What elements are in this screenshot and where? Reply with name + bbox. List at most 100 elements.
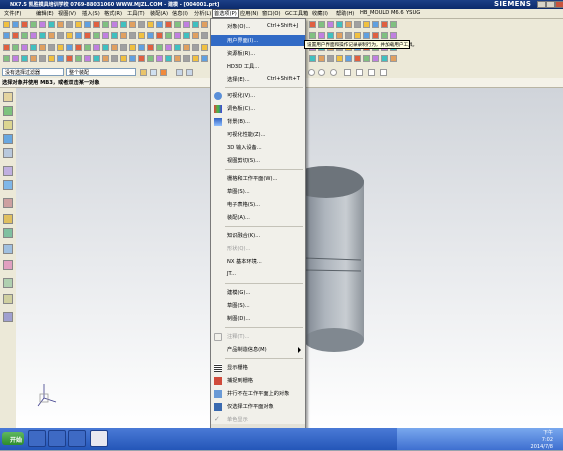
resource-icon[interactable]	[3, 260, 13, 270]
toolbar-tool-icon[interactable]	[363, 21, 370, 28]
toolbar-tool-icon[interactable]	[165, 44, 172, 51]
toolbar-tool-icon[interactable]	[129, 32, 136, 39]
toolbar-tool-icon[interactable]	[309, 32, 316, 39]
taskbar-nx-app[interactable]	[90, 430, 108, 447]
snap-plus-icon[interactable]	[368, 69, 375, 76]
toolbar-tool-icon[interactable]	[48, 44, 55, 51]
toolbar-tool-icon[interactable]	[120, 55, 127, 62]
type-filter-dropdown[interactable]: 没有选择过滤器	[2, 68, 64, 76]
toolbar-tool-icon[interactable]	[318, 55, 325, 62]
menu-item-knowledge-fusion[interactable]: 知识融合(K)...	[211, 230, 305, 241]
toolbar-tool-icon[interactable]	[57, 21, 64, 28]
toolbar-tool-icon[interactable]	[66, 21, 73, 28]
start-button[interactable]: 开始	[2, 432, 24, 445]
maximize-button[interactable]	[546, 1, 555, 8]
menu-information[interactable]: 信息(I)	[172, 10, 188, 17]
toolbar-tool-icon[interactable]	[39, 55, 46, 62]
toolbar-tool-icon[interactable]	[138, 44, 145, 51]
toolbar-tool-icon[interactable]	[345, 55, 352, 62]
manufacturing-icon[interactable]	[3, 294, 13, 304]
menu-window[interactable]: 窗口(O)	[262, 10, 281, 17]
toolbar-tool-icon[interactable]	[102, 44, 109, 51]
deselect-icon[interactable]	[186, 69, 193, 76]
toolbar-tool-icon[interactable]	[129, 55, 136, 62]
menu-item-3d-input-devices[interactable]: 3D 输入设备...	[211, 142, 305, 153]
toolbar-tool-icon[interactable]	[138, 55, 145, 62]
toolbar-tool-icon[interactable]	[174, 55, 181, 62]
toolbar-tool-icon[interactable]	[84, 55, 91, 62]
toolbar-tool-icon[interactable]	[30, 32, 37, 39]
snap-center-icon[interactable]	[318, 69, 325, 76]
menu-ysug[interactable]: YSUG	[406, 10, 420, 16]
toolbar-tool-icon[interactable]	[345, 21, 352, 28]
menu-item-object[interactable]: 对象(O)... Ctrl+Shift+J	[211, 21, 305, 32]
toolbar-tool-icon[interactable]	[318, 21, 325, 28]
toolbar-tool-icon[interactable]	[21, 55, 28, 62]
toolbar-tool-icon[interactable]	[147, 55, 154, 62]
toolbar-tool-icon[interactable]	[84, 32, 91, 39]
toolbar-tool-icon[interactable]	[21, 21, 28, 28]
menu-hb-mould[interactable]: HB_MOULD M6.6	[360, 10, 404, 16]
web-browser-icon[interactable]	[3, 148, 13, 158]
menu-item-visualization[interactable]: 可视化(V)...	[211, 90, 305, 101]
toolbar-tool-icon[interactable]	[57, 55, 64, 62]
toolbar-tool-icon[interactable]	[75, 44, 82, 51]
toolbar-tool-icon[interactable]	[201, 21, 208, 28]
filter-tool-icon[interactable]	[140, 69, 147, 76]
roles-icon[interactable]	[3, 214, 13, 224]
menu-tools[interactable]: 工具(T)	[127, 10, 145, 17]
toolbar-tool-icon[interactable]	[156, 32, 163, 39]
toolbar-tool-icon[interactable]	[57, 44, 64, 51]
toolbar-tool-icon[interactable]	[48, 32, 55, 39]
toolbar-tool-icon[interactable]	[345, 32, 352, 39]
menu-insert[interactable]: 插入(S)	[82, 10, 100, 17]
toolbar-tool-icon[interactable]	[201, 55, 208, 62]
menu-item-drafting[interactable]: 制图(D)...	[211, 313, 305, 324]
menu-gc-toolkit[interactable]: GC工具箱	[285, 10, 308, 17]
toolbar-tool-icon[interactable]	[30, 55, 37, 62]
toolbar-tool-icon[interactable]	[201, 44, 208, 51]
snap-end-icon[interactable]	[344, 69, 351, 76]
toolbar-tool-icon[interactable]	[30, 21, 37, 28]
process-studio-icon[interactable]	[3, 198, 13, 208]
toolbar-tool-icon[interactable]	[102, 55, 109, 62]
knowledge-icon[interactable]	[3, 312, 13, 322]
menu-view[interactable]: 视图(V)	[58, 10, 76, 17]
menu-edit[interactable]: 编辑(E)	[36, 10, 54, 17]
menu-item-resource-bar[interactable]: 资源板(R)...	[211, 48, 305, 59]
snap-icon[interactable]	[160, 69, 167, 76]
toolbar-tool-icon[interactable]	[138, 32, 145, 39]
toolbar-tool-icon[interactable]	[12, 32, 19, 39]
selection-scope-dropdown[interactable]: 整个装配	[66, 68, 136, 76]
toolbar-tool-icon[interactable]	[57, 32, 64, 39]
toolbar-tool-icon[interactable]	[174, 21, 181, 28]
toolbar-tool-icon[interactable]	[3, 55, 10, 62]
toolbar-tool-icon[interactable]	[390, 55, 397, 62]
menu-analysis[interactable]: 分析(L)	[194, 10, 211, 17]
menu-item-spreadsheet[interactable]: 电子表格(S)...	[211, 199, 305, 210]
toolbar-tool-icon[interactable]	[156, 55, 163, 62]
toolbar-tool-icon[interactable]	[372, 55, 379, 62]
assembly-navigator-icon[interactable]	[3, 92, 13, 102]
toolbar-tool-icon[interactable]	[39, 32, 46, 39]
system-scene-icon[interactable]	[3, 228, 13, 238]
system-clock[interactable]: 下午 7:02 2014/7/8	[531, 430, 553, 451]
toolbar-tool-icon[interactable]	[327, 32, 334, 39]
system-materials-icon[interactable]	[3, 180, 13, 190]
toolbar-tool-icon[interactable]	[84, 21, 91, 28]
toolbar-tool-icon[interactable]	[120, 21, 127, 28]
toolbar-tool-icon[interactable]	[336, 21, 343, 28]
menu-item-grid-work-plane[interactable]: 栅格和工作平面(W)...	[211, 173, 305, 184]
toolbar-tool-icon[interactable]	[120, 44, 127, 51]
toolbar-tool-icon[interactable]	[93, 44, 100, 51]
minimize-button[interactable]	[537, 1, 546, 8]
toolbar-tool-icon[interactable]	[381, 55, 388, 62]
toolbar-tool-icon[interactable]	[318, 32, 325, 39]
toolbar-tool-icon[interactable]	[84, 44, 91, 51]
toolbar-tool-icon[interactable]	[102, 21, 109, 28]
toolbar-tool-icon[interactable]	[21, 44, 28, 51]
toolbar-tool-icon[interactable]	[309, 21, 316, 28]
toolbar-tool-icon[interactable]	[327, 21, 334, 28]
menu-favorites[interactable]: 收藏(I)	[312, 10, 328, 17]
toolbar-tool-icon[interactable]	[165, 21, 172, 28]
